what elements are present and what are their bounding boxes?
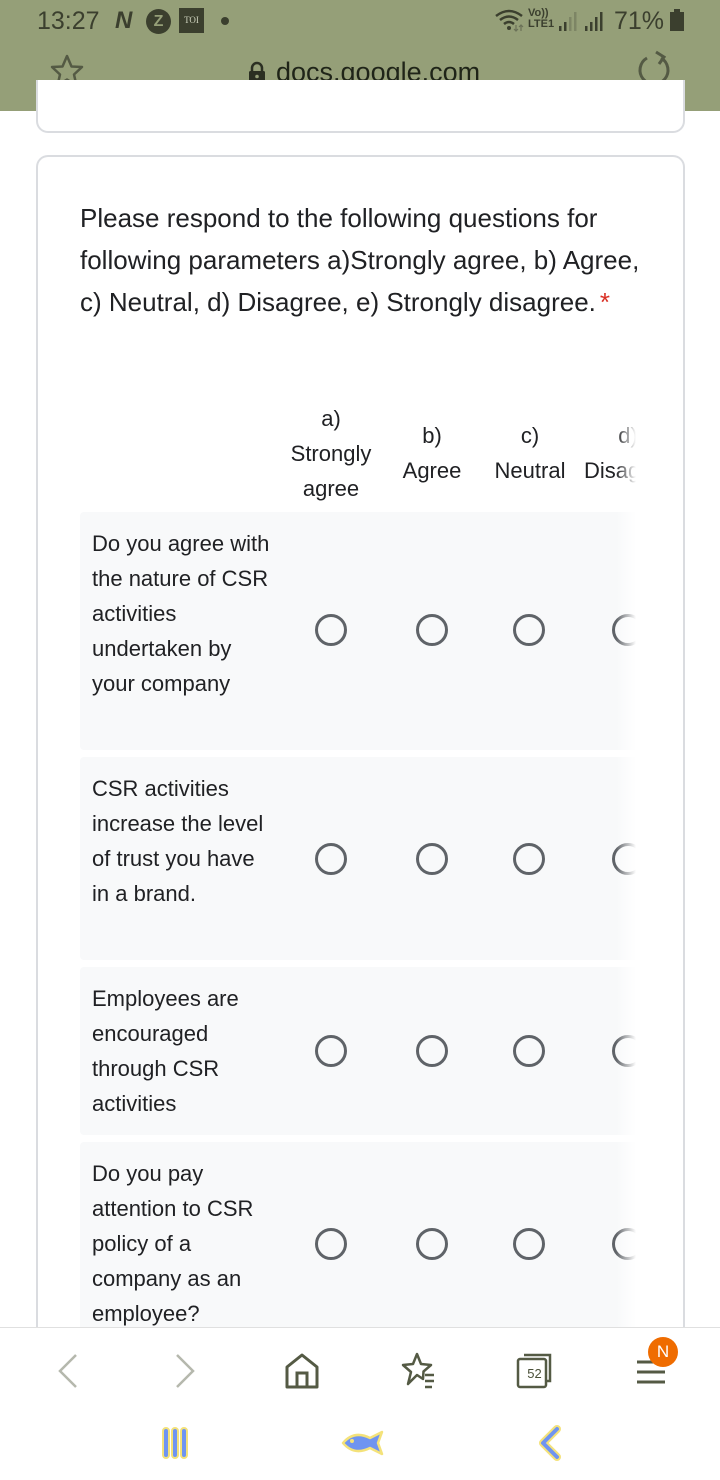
system-nav-bar [0, 1409, 720, 1480]
radio-neutral[interactable] [513, 1035, 545, 1067]
question-text: Please respond to the following question… [80, 203, 640, 317]
radio-neutral[interactable] [513, 614, 545, 646]
z-notification-icon: Z [146, 9, 171, 34]
system-back-icon [539, 1425, 561, 1461]
previous-question-card [36, 80, 685, 133]
column-header-disagree: d) Disagree [580, 418, 636, 488]
battery-percent: 71% [614, 7, 665, 35]
column-letter: a) [321, 406, 341, 431]
required-asterisk: * [599, 287, 611, 317]
n-notification-icon: N [115, 7, 133, 34]
radio-agree[interactable] [416, 614, 448, 646]
back-icon [58, 1354, 77, 1388]
lte-label: LTE1 [528, 18, 555, 30]
battery-icon [670, 9, 684, 31]
likert-grid: a) Strongly agree b) Agree c) Neutral d)… [80, 395, 636, 1330]
signal-sim2-icon [585, 12, 603, 31]
radio-disagree[interactable] [612, 1228, 636, 1260]
radio-disagree[interactable] [612, 1035, 636, 1067]
tabs-button[interactable]: 52 [509, 1346, 559, 1396]
question-title: Please respond to the following question… [80, 197, 660, 323]
home-system-button[interactable] [333, 1423, 393, 1463]
recents-icon [162, 1427, 188, 1459]
recents-button[interactable] [145, 1423, 205, 1463]
radio-strongly-agree[interactable] [315, 1035, 347, 1067]
radio-strongly-agree[interactable] [315, 614, 347, 646]
browser-bottom-nav: 52 [0, 1327, 720, 1409]
column-label: Disagree [583, 458, 636, 483]
tabs-count: 52 [527, 1366, 542, 1381]
column-letter: b) [422, 423, 442, 448]
forward-button[interactable] [160, 1346, 210, 1396]
radio-strongly-agree[interactable] [315, 843, 347, 875]
grid-row: Do you pay attention to CSR policy of a … [80, 1142, 636, 1330]
home-button[interactable] [277, 1346, 327, 1396]
toi-notification-icon: TOI [179, 8, 204, 33]
column-label: Strongly [290, 441, 372, 466]
status-bar: 13:27 N Z TOI Vo)) LTE1 71% [0, 0, 720, 40]
bookmarks-icon [401, 1352, 434, 1389]
column-label: Agree [402, 458, 462, 483]
radio-agree[interactable] [416, 1228, 448, 1260]
grid-row: Employees are encouraged through CSR act… [80, 967, 636, 1135]
column-header-neutral: c) Neutral [482, 418, 578, 488]
row-label: Do you pay attention to CSR policy of a … [92, 1161, 254, 1326]
home-fish-icon [341, 1430, 384, 1456]
row-label: Do you agree with the nature of CSR acti… [92, 531, 270, 696]
network-type-label: Vo)) LTE1 [528, 8, 554, 30]
grid-row: Do you agree with the nature of CSR acti… [80, 512, 636, 750]
bookmarks-button[interactable] [395, 1346, 445, 1396]
signal-sim1-icon [559, 12, 577, 31]
column-label: Neutral [494, 458, 566, 483]
wifi-icon [495, 9, 524, 32]
radio-agree[interactable] [416, 843, 448, 875]
radio-disagree[interactable] [612, 614, 636, 646]
column-header-agree: b) Agree [384, 418, 480, 488]
more-notifications-dot-icon [221, 17, 229, 25]
radio-neutral[interactable] [513, 843, 545, 875]
radio-disagree[interactable] [612, 843, 636, 875]
radio-agree[interactable] [416, 1035, 448, 1067]
radio-neutral[interactable] [513, 1228, 545, 1260]
grid-row: CSR activities increase the level of tru… [80, 757, 636, 960]
back-button[interactable] [43, 1346, 93, 1396]
home-icon [285, 1353, 319, 1389]
column-letter: d) [618, 423, 636, 448]
forward-icon [176, 1354, 195, 1388]
column-label-line2: agree [302, 476, 360, 501]
radio-strongly-agree[interactable] [315, 1228, 347, 1260]
battery-body [670, 12, 684, 31]
column-header-strongly-agree: a) Strongly agree [271, 401, 391, 506]
row-label: CSR activities increase the level of tru… [92, 776, 264, 906]
column-letter: c) [520, 423, 540, 448]
menu-notification-badge: N [648, 1337, 678, 1367]
status-time: 13:27 [37, 7, 100, 35]
system-back-button[interactable] [520, 1423, 580, 1463]
row-label: Employees are encouraged through CSR act… [92, 986, 239, 1116]
